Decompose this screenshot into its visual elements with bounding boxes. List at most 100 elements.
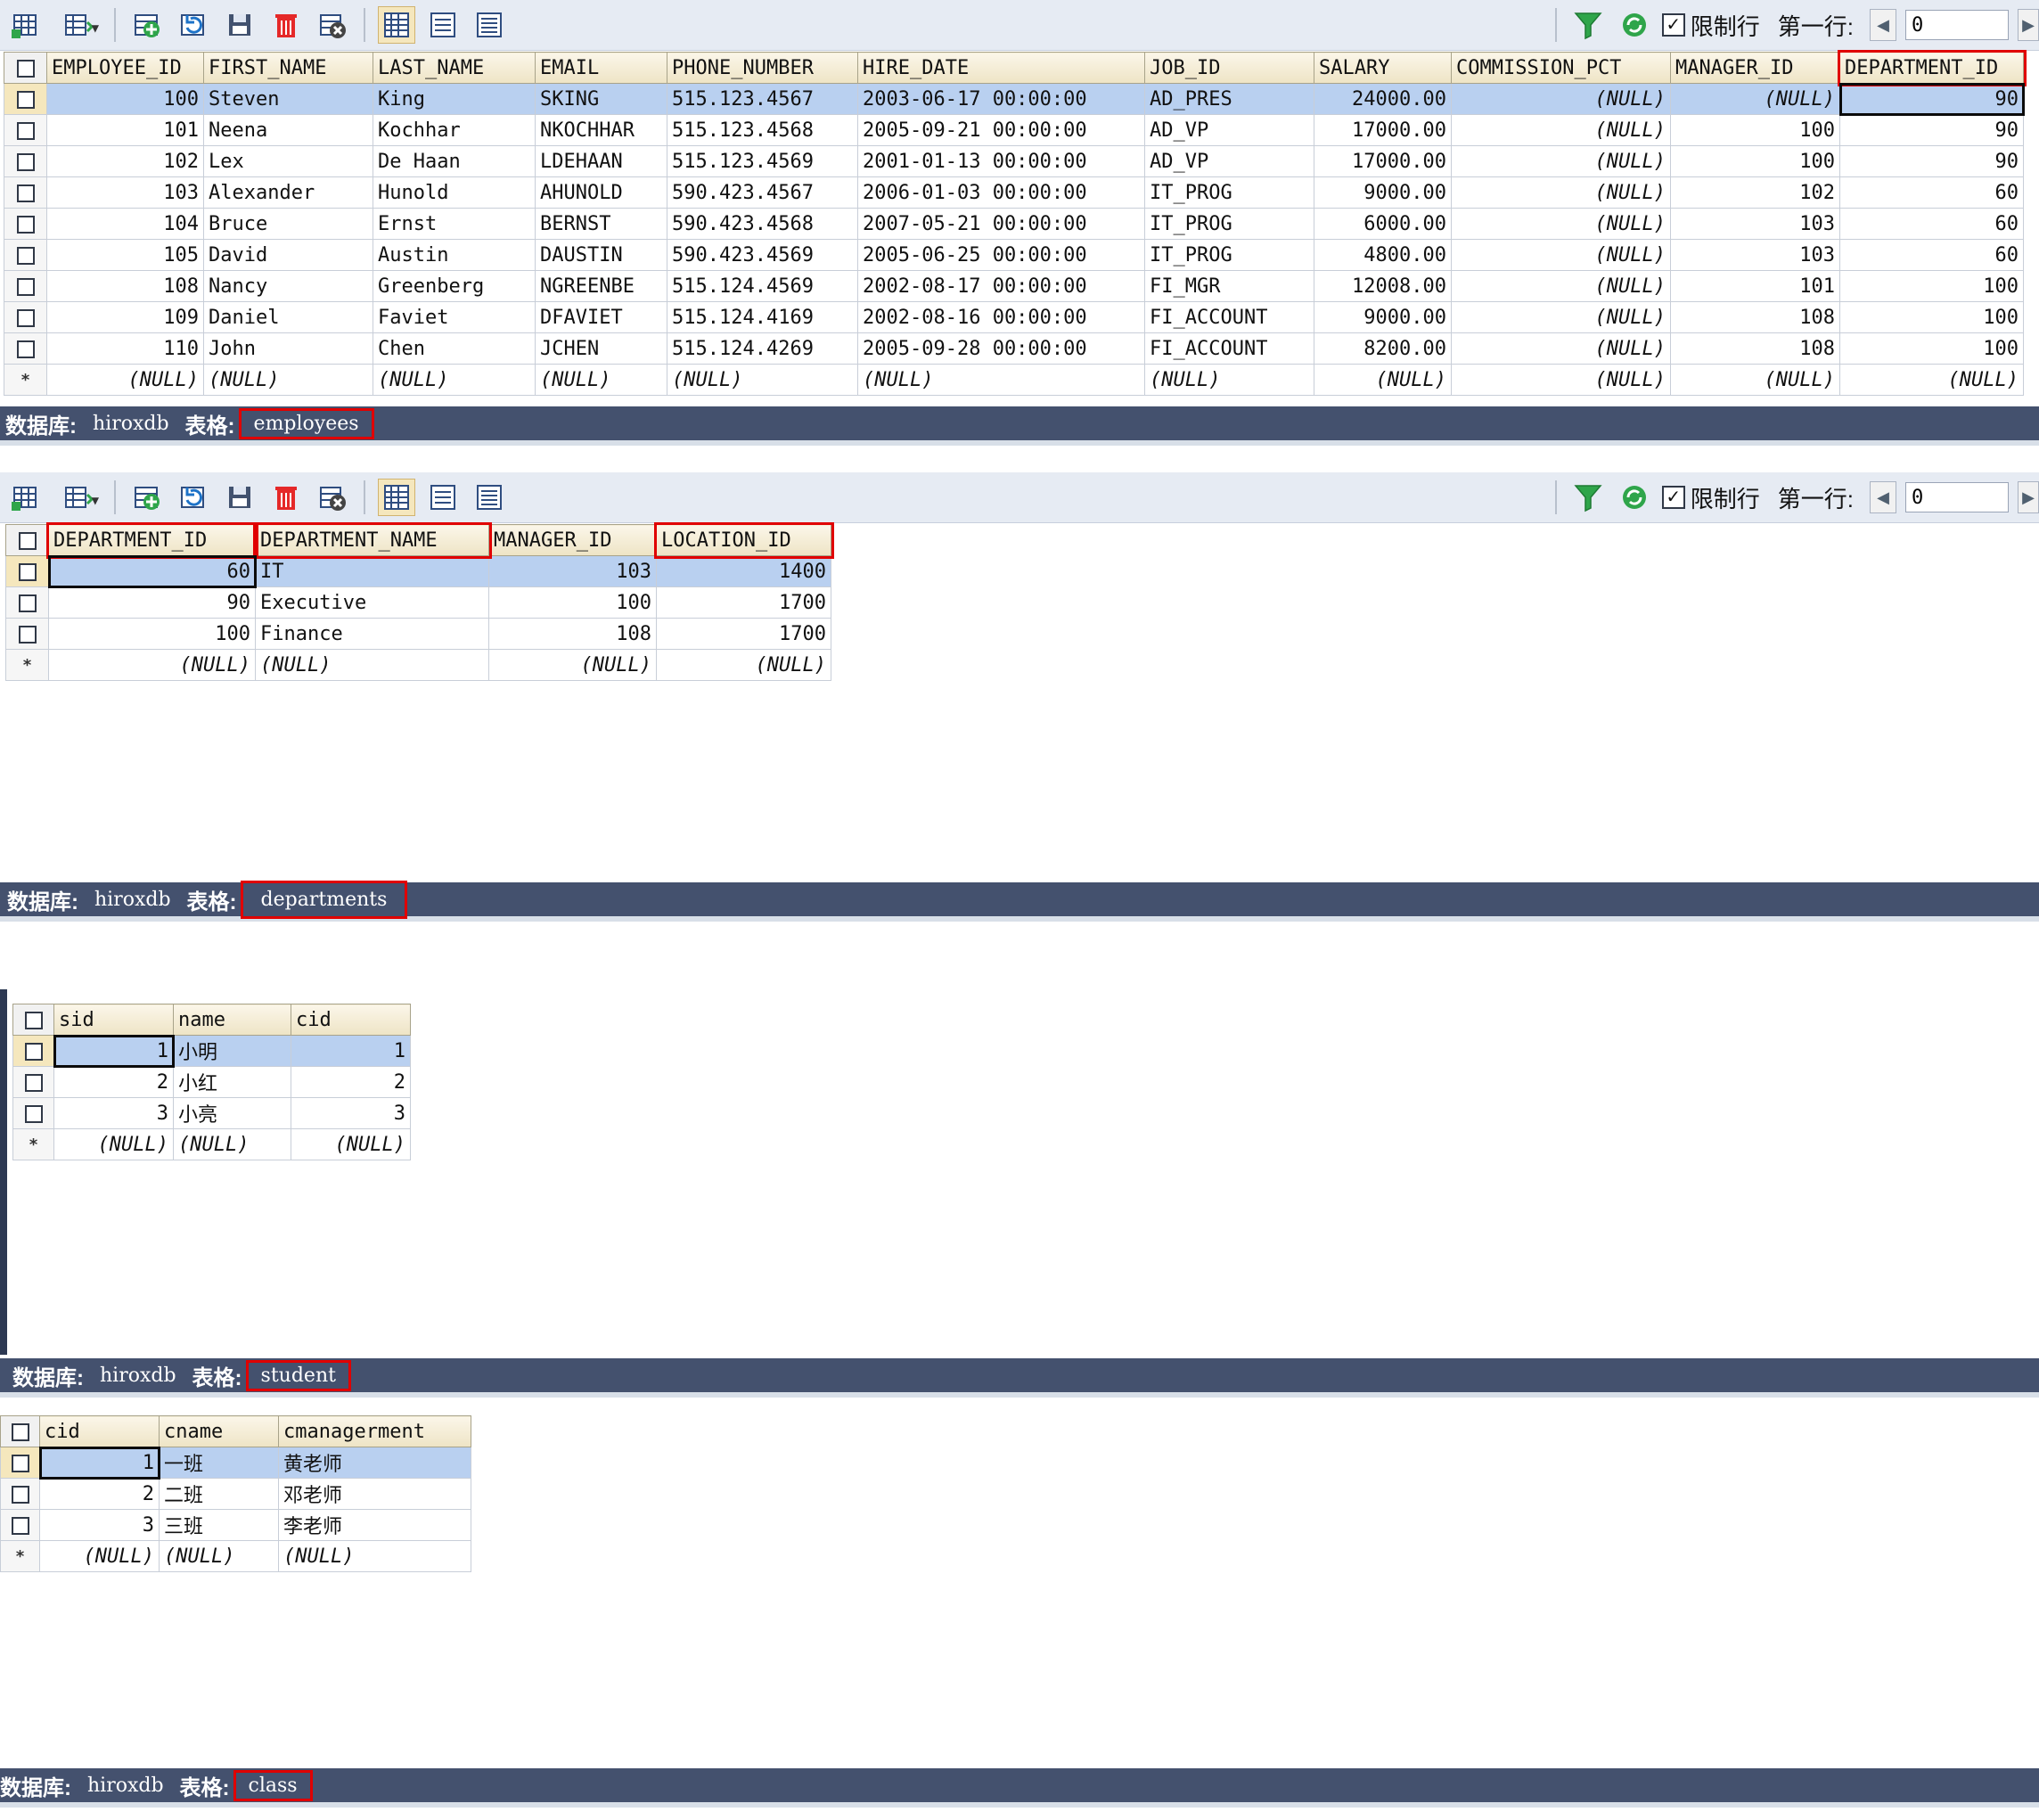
table-row[interactable]: 101 Neena Kochhar NKOCHHAR 515.123.4568 2005-…: [4, 114, 2024, 146]
column-header[interactable]: COMMISSION_PCT: [1451, 52, 1671, 84]
table-cell[interactable]: IT_PROG: [1144, 176, 1314, 209]
text-view-icon[interactable]: [471, 6, 508, 44]
table-cell[interactable]: 一班: [159, 1447, 279, 1479]
table-cell[interactable]: NGREENBE: [535, 270, 667, 302]
table-cell[interactable]: (NULL): [1670, 364, 1840, 396]
row-checkbox[interactable]: [4, 270, 47, 302]
table-cell[interactable]: 105: [46, 239, 204, 271]
table-cell[interactable]: 108: [46, 270, 204, 302]
table-cell[interactable]: (NULL): [535, 364, 667, 396]
row-checkbox[interactable]: [5, 586, 49, 619]
table-cell[interactable]: 100: [1670, 114, 1840, 146]
prev-page-button[interactable]: ◀: [1870, 9, 1896, 41]
table-cell[interactable]: 100: [46, 83, 204, 115]
table-row[interactable]: 110 John Chen JCHEN 515.124.4269 2005-09-28 0…: [4, 332, 2024, 365]
table-cell[interactable]: Alexander: [203, 176, 373, 209]
table-cell[interactable]: 103: [46, 176, 204, 209]
limit-rows-toggle[interactable]: ✓ 限制行: [1661, 481, 1760, 514]
table-cell[interactable]: (NULL): [488, 649, 657, 681]
row-checkbox[interactable]: [5, 555, 49, 587]
table-cell[interactable]: King: [373, 83, 536, 115]
table-cell[interactable]: (NULL): [159, 1540, 279, 1572]
new-row[interactable]: * (NULL) (NULL) (NULL) (NULL) (NULL) (NULL) (NU…: [4, 364, 2024, 396]
table-cell[interactable]: 二班: [159, 1478, 279, 1510]
table-cell[interactable]: 黄老师: [278, 1447, 471, 1479]
column-header[interactable]: PHONE_NUMBER: [667, 52, 858, 84]
table-row[interactable]: 102 Lex De Haan LDEHAAN 515.123.4569 2001-01-…: [4, 145, 2024, 177]
table-cell[interactable]: John: [203, 332, 373, 365]
reload-icon[interactable]: [1616, 6, 1653, 44]
new-row-marker[interactable]: *: [0, 1540, 40, 1572]
table-cell[interactable]: Steven: [203, 83, 373, 115]
save-icon[interactable]: [221, 479, 258, 516]
table-cell[interactable]: 515.123.4568: [667, 114, 858, 146]
table-cell[interactable]: AD_VP: [1144, 114, 1314, 146]
table-cell[interactable]: FI_MGR: [1144, 270, 1314, 302]
table-row[interactable]: 90 Executive 100 1700: [5, 586, 831, 619]
table-cell[interactable]: FI_ACCOUNT: [1144, 332, 1314, 365]
table-row[interactable]: 60 IT 103 1400: [5, 554, 831, 588]
refresh-icon[interactable]: [175, 479, 212, 516]
table-cell[interactable]: (NULL): [1839, 364, 2024, 396]
table-cell[interactable]: David: [203, 239, 373, 271]
new-row[interactable]: * (NULL) (NULL) (NULL): [12, 1128, 411, 1160]
table-cell[interactable]: 103: [1670, 239, 1840, 271]
filter-icon[interactable]: [1569, 479, 1607, 516]
new-row-marker[interactable]: *: [12, 1128, 54, 1160]
delete-icon[interactable]: [267, 479, 305, 516]
row-checkbox[interactable]: [4, 83, 47, 115]
select-all-checkbox[interactable]: [12, 1004, 54, 1036]
table-row[interactable]: 3 小亮 3: [12, 1097, 411, 1129]
table-cell[interactable]: (NULL): [1451, 364, 1671, 396]
table-cell[interactable]: 2: [291, 1066, 411, 1098]
limit-rows-checkbox[interactable]: ✓: [1661, 13, 1685, 37]
table-cell[interactable]: Neena: [203, 114, 373, 146]
table-cell[interactable]: De Haan: [373, 145, 536, 177]
row-checkbox[interactable]: [0, 1509, 40, 1541]
table-row[interactable]: 2 二班 邓老师: [0, 1478, 471, 1510]
table-cell[interactable]: NKOCHHAR: [535, 114, 667, 146]
table-cell[interactable]: 104: [46, 208, 204, 240]
export-icon[interactable]: ▼: [53, 6, 102, 44]
form-view-icon[interactable]: [424, 479, 462, 516]
table-cell[interactable]: Austin: [373, 239, 536, 271]
table-cell[interactable]: 515.123.4569: [667, 145, 858, 177]
column-header[interactable]: name: [173, 1004, 291, 1036]
table-cell[interactable]: 小红: [173, 1066, 291, 1098]
table-cell[interactable]: 李老师: [278, 1509, 471, 1541]
limit-rows-checkbox[interactable]: ✓: [1661, 486, 1685, 509]
table-cell[interactable]: 590.423.4569: [667, 239, 858, 271]
table-cell[interactable]: Finance: [255, 618, 489, 650]
table-cell[interactable]: Nancy: [203, 270, 373, 302]
table-cell[interactable]: 110: [46, 332, 204, 365]
table-row[interactable]: 103 Alexander Hunold AHUNOLD 590.423.4567 200…: [4, 176, 2024, 209]
table-cell[interactable]: 2002-08-16 00:00:00: [857, 301, 1145, 333]
table-cell[interactable]: 100: [1839, 332, 2024, 365]
table-cell[interactable]: DFAVIET: [535, 301, 667, 333]
row-checkbox[interactable]: [4, 239, 47, 271]
table-cell[interactable]: 1: [291, 1035, 411, 1067]
table-cell[interactable]: DAUSTIN: [535, 239, 667, 271]
table-row[interactable]: 2 小红 2: [12, 1066, 411, 1098]
table-cell[interactable]: (NULL): [1451, 145, 1671, 177]
table-cell[interactable]: 2003-06-17 00:00:00: [857, 83, 1145, 115]
table-cell[interactable]: 103: [488, 555, 657, 587]
table-cell[interactable]: (NULL): [656, 649, 831, 681]
first-row-input[interactable]: [1905, 10, 2009, 40]
table-cell[interactable]: (NULL): [255, 649, 489, 681]
table-cell[interactable]: 3: [291, 1097, 411, 1129]
select-all-checkbox[interactable]: [0, 1415, 40, 1447]
row-checkbox[interactable]: [12, 1066, 54, 1098]
table-cell[interactable]: 9000.00: [1314, 176, 1452, 209]
table-row[interactable]: 104 Bruce Ernst BERNST 590.423.4568 2007-05-2…: [4, 208, 2024, 240]
table-cell[interactable]: 1: [38, 1446, 160, 1480]
table-cell[interactable]: 2001-01-13 00:00:00: [857, 145, 1145, 177]
column-header-department-name[interactable]: DEPARTMENT_NAME: [252, 521, 492, 559]
table-cell[interactable]: (NULL): [1451, 176, 1671, 209]
filter-icon[interactable]: [1569, 6, 1607, 44]
table-cell[interactable]: Chen: [373, 332, 536, 365]
table-cell[interactable]: 515.124.4269: [667, 332, 858, 365]
table-row[interactable]: 105 David Austin DAUSTIN 590.423.4569 2005-06…: [4, 239, 2024, 271]
next-page-button[interactable]: ▶: [2018, 9, 2039, 41]
add-row-icon[interactable]: [128, 479, 166, 516]
